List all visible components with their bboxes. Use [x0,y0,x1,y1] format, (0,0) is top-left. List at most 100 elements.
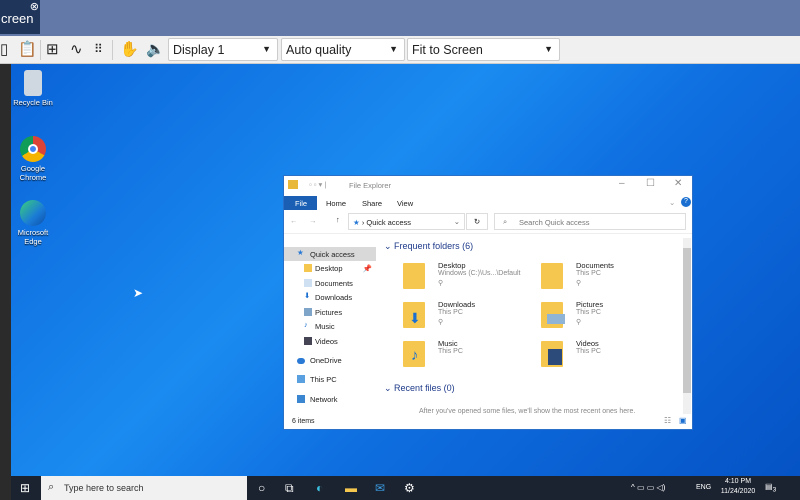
windows-key-icon[interactable]: ⊞ [46,40,59,58]
folder-name: Desktop [438,261,466,270]
keypad-icon[interactable]: ⠿ [94,42,103,56]
recent-empty-message: After you've opened some files, we'll sh… [419,408,636,415]
display-select[interactable]: Display 1 ▼ [168,38,278,61]
notification-count: 3 [772,486,777,494]
nav-label: Music [315,322,335,331]
desktop-icon-recycle-bin[interactable]: Recycle Bin [11,70,58,107]
details-view-icon[interactable]: ☷ [664,416,671,425]
desktop-icon-edge[interactable]: Microsoft Edge [11,200,58,246]
nav-onedrive[interactable]: OneDrive [284,353,376,367]
scale-select-value: Fit to Screen [412,43,483,57]
quick-access-toolbar-icons[interactable]: ▫ ▫ ▾ | [309,180,326,189]
ribbon-tabs: File Home Share View ⌄ ? [284,196,692,210]
computer-icon [297,375,305,383]
folder-location: This PC [438,348,463,355]
help-icon[interactable]: ? [681,197,691,207]
folder-icon [541,341,563,367]
chevron-down-icon[interactable]: ⌄ [454,217,460,226]
recent-files-header[interactable]: ⌄ Recent files (0) [384,383,455,394]
system-tray-icons[interactable]: ^ ▭ ▭ ◁) [631,483,665,492]
tab-file[interactable]: File [284,196,317,210]
taskbar-search[interactable]: ⌕ Type here to search [41,476,247,500]
nav-network[interactable]: Network [284,392,376,406]
search-input[interactable]: Search Quick access ⌕ [494,213,686,230]
pin-icon: ⚲ [438,280,444,287]
large-icons-view-icon[interactable]: ▣ [679,416,687,425]
file-icon[interactable]: ▯ [0,40,8,58]
tab-share[interactable]: Share [362,199,382,208]
scale-select[interactable]: Fit to Screen ▼ [407,38,560,61]
folder-documents[interactable]: Documents This PC ⚲ [541,259,671,297]
chevron-down-icon: ▼ [389,44,398,54]
nav-music[interactable]: ♪ Music [284,319,376,333]
scrollbar-thumb[interactable] [683,248,691,393]
download-icon: ⬇ [304,291,311,300]
close-tab-icon[interactable]: ⊗ [30,0,39,13]
folder-desktop[interactable]: Desktop Windows (C:)\Us...\Default ⚲ [403,259,533,297]
minimize-button[interactable]: – [619,178,625,189]
back-button[interactable]: ← [290,216,298,225]
expand-ribbon-icon[interactable]: ⌄ [669,198,675,207]
session-tab[interactable]: creen ⊗ [0,0,40,34]
refresh-button[interactable]: ↻ [466,213,488,230]
address-bar[interactable]: ★ › Quick access ⌄ [348,213,465,230]
pin-icon: 📌 [362,264,372,273]
nav-downloads[interactable]: ⬇ Downloads [284,290,376,304]
forward-button[interactable]: → [309,216,317,225]
address-text: Quick access [366,218,412,227]
speaker-icon[interactable]: 🔈 [146,40,165,58]
clipboard-icon[interactable]: 📋 [18,40,37,58]
file-explorer-taskbar-icon[interactable]: ▬ [345,481,357,495]
tab-view[interactable]: View [397,199,413,208]
edge-taskbar-icon[interactable]: ◐ [316,481,323,495]
nav-label: Downloads [315,293,353,302]
clock-date: 11/24/2020 [720,488,756,495]
mail-taskbar-icon[interactable]: ✉ [375,481,385,495]
nav-quick-access[interactable]: ★ Quick access [284,247,376,261]
tab-home[interactable]: Home [326,199,346,208]
folder-icon [288,180,298,189]
vertical-scrollbar[interactable] [683,238,691,414]
frequent-folders-header[interactable]: ⌄ Frequent folders (6) [384,241,473,252]
settings-taskbar-icon[interactable]: ⚙ [404,481,415,495]
language-indicator[interactable]: ENG [696,484,711,491]
nav-label: Quick access [310,250,355,259]
clock[interactable]: 4:10 PM 11/24/2020 [719,478,757,495]
section-title: Recent files (0) [394,383,455,393]
nav-documents[interactable]: Documents [284,276,376,290]
divider [40,40,41,60]
maximize-button[interactable]: ☐ [646,178,655,189]
hand-icon[interactable]: ✋ [120,40,139,58]
desktop-icon-chrome[interactable]: Google Chrome [11,136,58,182]
clock-time: 4:10 PM [724,478,752,485]
icon-label: Google Chrome [19,164,47,182]
network-icon [297,395,305,403]
cortana-icon[interactable]: ○ [258,481,265,495]
nav-this-pc[interactable]: This PC [284,372,376,386]
folder-music[interactable]: ♪ Music This PC [403,337,533,375]
nav-pictures[interactable]: Pictures [284,305,376,319]
folder-name: Music [438,339,458,348]
nav-label: Network [310,395,338,404]
quality-select[interactable]: Auto quality ▼ [281,38,405,61]
notifications-icon[interactable]: ▤3 [765,482,776,494]
folder-name: Videos [576,339,599,348]
close-button[interactable]: ✕ [674,178,682,189]
pin-icon: ⚲ [576,280,582,287]
nav-videos[interactable]: Videos [284,334,376,348]
tab-label: creen [1,11,34,26]
start-button[interactable]: ⊞ [20,481,30,495]
folder-videos[interactable]: Videos This PC [541,337,671,375]
nav-desktop[interactable]: Desktop 📌 [284,261,376,275]
folder-pictures[interactable]: Pictures This PC ⚲ [541,298,671,336]
activity-icon[interactable]: ∿ [70,40,83,58]
task-view-icon[interactable]: ⧉ [285,481,294,496]
star-icon: ★ [353,218,360,227]
cloud-icon [297,358,305,364]
folder-downloads[interactable]: ⬇ Downloads This PC ⚲ [403,298,533,336]
folder-icon [403,263,425,289]
recycle-bin-icon [24,70,42,96]
documents-icon [304,279,312,287]
up-button[interactable]: ↑ [336,215,340,224]
mouse-cursor-icon: ➤ [133,286,144,300]
